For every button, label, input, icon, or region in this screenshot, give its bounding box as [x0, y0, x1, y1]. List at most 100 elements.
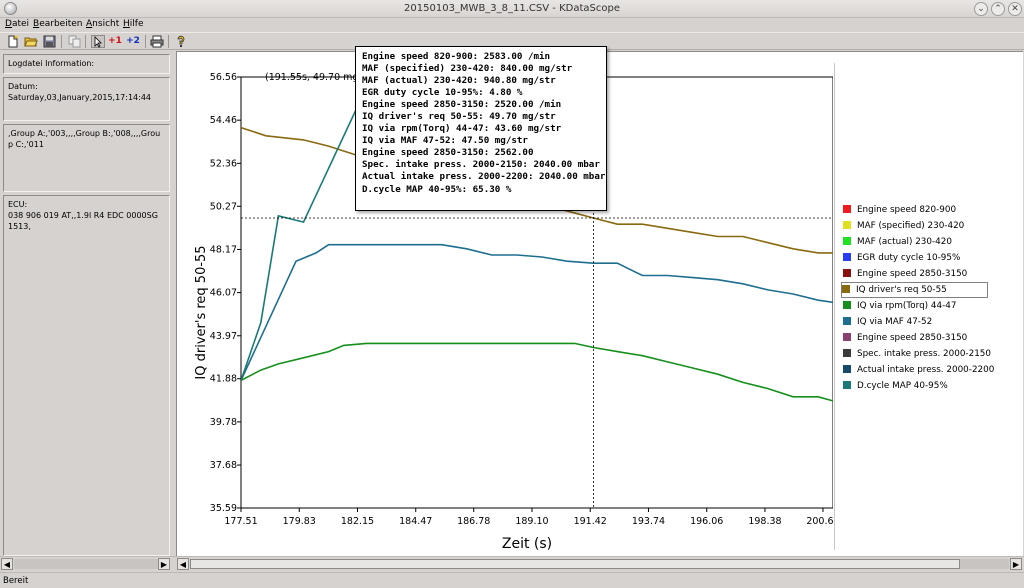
- cursor-icon[interactable]: [91, 35, 105, 48]
- legend-item[interactable]: Engine speed 2850-3150: [843, 267, 967, 281]
- y-tick-label: 35.59: [210, 503, 237, 514]
- legend-label: MAF (specified) 230-420: [857, 221, 965, 231]
- legend-label: Spec. intake press. 2000-2150: [857, 349, 991, 359]
- legend-label: Engine speed 820-900: [857, 205, 957, 215]
- marker2-button[interactable]: +2: [126, 35, 140, 48]
- groups-value: ,Group A:,'003,,,,Group B:,'008,,,,Group…: [8, 129, 161, 149]
- y-tick-label: 43.97: [210, 331, 237, 342]
- legend-label: Engine speed 2850-3150: [857, 269, 968, 279]
- legend-swatch: [843, 349, 851, 357]
- y-tick-label: 56.56: [210, 72, 237, 83]
- ecu-label: ECU:: [8, 200, 28, 209]
- legend-item[interactable]: IQ via rpm(Torq) 44-47: [843, 299, 956, 313]
- y-tick-label: 52.36: [210, 158, 237, 169]
- toolbar-separator: [168, 35, 169, 48]
- toolbar-separator: [145, 35, 146, 48]
- legend-swatch: [843, 237, 851, 245]
- tooltip-row: Engine speed 820-900: 2583.00 /min: [362, 51, 551, 62]
- y-tick-label: 48.17: [210, 244, 237, 255]
- legend-swatch: [843, 221, 851, 229]
- x-tick-label: 189.10: [515, 516, 548, 527]
- legend-label: IQ driver's req 50-55: [856, 285, 947, 295]
- legend-item[interactable]: Engine speed 2850-3150: [843, 331, 967, 345]
- printer-icon[interactable]: [150, 35, 164, 48]
- legend-swatch: [843, 269, 851, 277]
- legend-swatch: [843, 301, 851, 309]
- x-tick-label: 184.47: [399, 516, 432, 527]
- marker1-button[interactable]: +1: [108, 35, 122, 48]
- y-tick-label: 50.27: [210, 201, 237, 212]
- x-tick-label: 179.83: [283, 516, 316, 527]
- legend-swatch: [843, 365, 851, 373]
- logfile-header: Logdatei Information:: [8, 59, 95, 68]
- scroll-left-arrow[interactable]: ◀: [1, 558, 13, 570]
- legend-label: Actual intake press. 2000-2200: [857, 365, 995, 375]
- toolbar-separator: [61, 35, 62, 48]
- minimize-button[interactable]: ⌄: [974, 2, 988, 16]
- tooltip-row: MAF (specified) 230-420: 840.00 mg/str: [362, 63, 573, 75]
- legend-label: D.cycle MAP 40-95%: [857, 381, 948, 391]
- legend-item[interactable]: IQ driver's req 50-55: [841, 282, 988, 298]
- x-axis-label: Zeit (s): [502, 536, 552, 552]
- horizontal-scrollbar[interactable]: ◀ ▶ ◀ ▶: [0, 556, 1024, 571]
- tooltip-row: D.cycle MAP 40-95%: 65.30 %: [362, 183, 512, 195]
- close-button[interactable]: ✕: [1008, 2, 1022, 16]
- legend-item[interactable]: Engine speed 820-900: [843, 203, 956, 217]
- x-tick-label: 193.74: [632, 516, 665, 527]
- save-icon[interactable]: [42, 35, 56, 48]
- menu-datei[interactable]: Datei: [5, 19, 29, 29]
- x-tick-label: 177.51: [224, 516, 257, 527]
- cursor-value-tooltip: Engine speed 820-900: 2583.00 /min MAF (s…: [355, 46, 607, 211]
- menu-hilfe[interactable]: Hilfe: [123, 19, 144, 29]
- scroll-thumb[interactable]: [190, 559, 960, 569]
- logfile-header-box: Logdatei Information:: [3, 54, 170, 74]
- legend-item[interactable]: Spec. intake press. 2000-2150: [843, 347, 991, 361]
- status-text: Bereit: [3, 576, 29, 586]
- menu-ansicht[interactable]: Ansicht: [86, 19, 119, 29]
- scroll-left-arrow-graph[interactable]: ◀: [177, 558, 189, 570]
- tooltip-row: IQ via MAF 47-52: 47.50 mg/str: [362, 135, 528, 147]
- x-tick-label: 200.69: [806, 516, 833, 527]
- legend-item[interactable]: Actual intake press. 2000-2200: [843, 363, 994, 377]
- tooltip-row: Engine speed 2850-3150: 2562.00: [362, 147, 534, 159]
- legend-item[interactable]: MAF (actual) 230-420: [843, 235, 952, 249]
- tooltip-row: Actual intake press. 2000-2200: 2040.00 …: [362, 171, 606, 183]
- x-tick-label: 191.42: [574, 516, 607, 527]
- y-tick-label: 54.46: [210, 115, 237, 126]
- legend-swatch: [843, 333, 851, 341]
- legend-swatch: [842, 285, 850, 293]
- legend-item[interactable]: D.cycle MAP 40-95%: [843, 379, 948, 393]
- open-folder-icon[interactable]: [24, 35, 38, 48]
- tooltip-row: EGR duty cycle 10-95%: 4.80 %: [362, 87, 523, 99]
- menu-bearbeiten[interactable]: Bearbeiten: [33, 19, 82, 29]
- legend-label: IQ via MAF 47-52: [857, 317, 933, 327]
- legend-label: IQ via rpm(Torq) 44-47: [857, 301, 957, 311]
- tooltip-row: MAF (actual) 230-420: 940.80 mg/str: [362, 75, 556, 87]
- legend-swatch: [843, 253, 851, 261]
- legend-label: EGR duty cycle 10-95%: [857, 253, 961, 263]
- toolbar-separator: [85, 35, 86, 48]
- menu-bar: Datei Bearbeiten Ansicht Hilfe: [0, 18, 1024, 32]
- legend-item[interactable]: EGR duty cycle 10-95%: [843, 251, 960, 265]
- restore-button[interactable]: ⌃: [991, 2, 1005, 16]
- legend-swatch: [843, 317, 851, 325]
- legend-swatch: [843, 205, 851, 213]
- legend-item[interactable]: MAF (specified) 230-420: [843, 219, 964, 233]
- window-title: 20150103_MWB_3_8_11.CSV - KDataScope: [404, 3, 620, 14]
- datum-label: Datum:: [8, 82, 38, 91]
- app-window: 20150103_MWB_3_8_11.CSV - KDataScope ⌄ ⌃…: [0, 0, 1024, 588]
- y-tick-label: 37.68: [210, 460, 237, 471]
- legend-swatch: [843, 381, 851, 389]
- help-icon[interactable]: [174, 35, 188, 48]
- scroll-track-left[interactable]: [14, 559, 158, 569]
- tooltip-row: IQ driver's req 50-55: 49.70 mg/str: [362, 111, 556, 123]
- legend-item[interactable]: IQ via MAF 47-52: [843, 315, 932, 329]
- new-file-icon[interactable]: [6, 35, 20, 48]
- scroll-right-arrow-left-pane[interactable]: ▶: [158, 558, 170, 570]
- x-tick-label: 196.06: [690, 516, 723, 527]
- x-tick-label: 182.15: [341, 516, 374, 527]
- x-tick-label: 186.78: [457, 516, 490, 527]
- copy-icon[interactable]: [67, 35, 81, 48]
- scroll-right-arrow[interactable]: ▶: [1010, 558, 1022, 570]
- tooltip-row: Spec. intake press. 2000-2150: 2040.00 m…: [362, 159, 600, 171]
